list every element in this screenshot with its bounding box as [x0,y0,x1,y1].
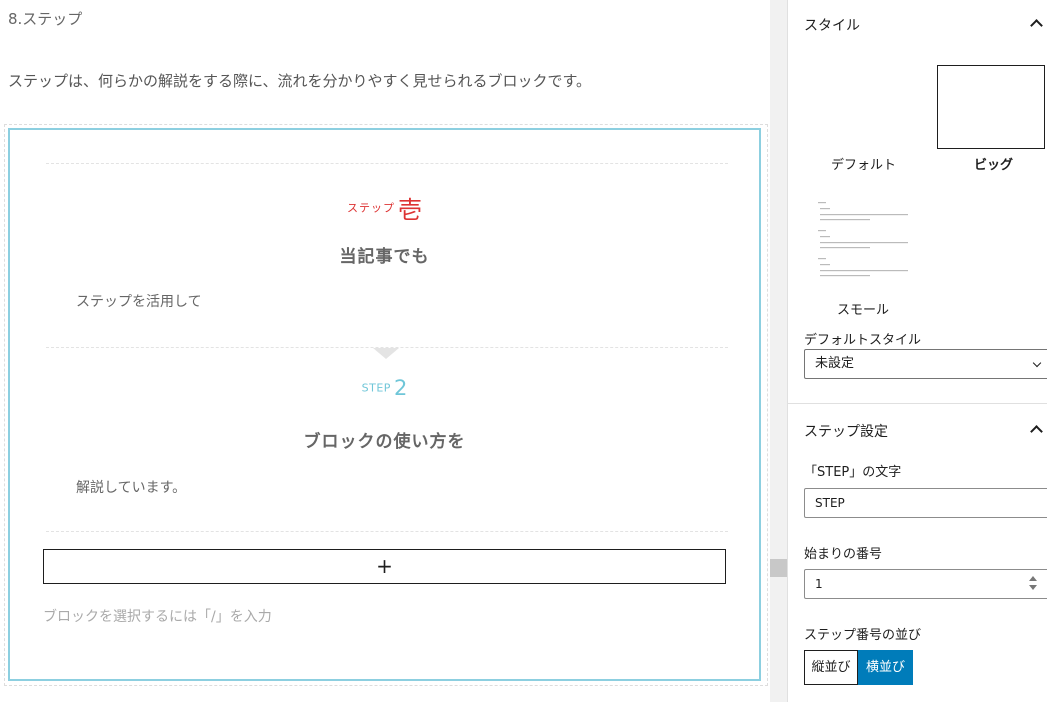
step-2-label: STEP 2 [10,376,759,400]
settings-sidebar: スタイル デフォルト ビッグ スモール デフォルトスタイル 未設定 ステップ設定… [787,0,1047,702]
spinner-down-icon[interactable] [1029,585,1037,590]
style-option-small[interactable]: スモール [837,299,889,318]
panel-separator [788,403,1047,404]
default-style-label: デフォルトスタイル [804,333,922,348]
step-settings-title[interactable]: ステップ設定 [804,421,888,441]
chevron-up-icon[interactable] [1030,19,1043,32]
order-vertical-button[interactable]: 縦並び [804,650,858,685]
step-arrow-icon [373,348,399,359]
step-text-label: 「STEP」の文字 [804,465,902,480]
step-1-label-prefix: ステップ [347,201,395,215]
section-heading[interactable]: 8.ステップ [8,8,82,29]
editor-scrollbar[interactable] [770,0,787,702]
step-1-number: 壱 [398,196,422,224]
step-2-title[interactable]: ブロックの使い方を [10,427,759,452]
number-spinner[interactable] [1026,573,1040,593]
step-1-body[interactable]: ステップを活用して [76,291,202,311]
block-placeholder[interactable]: ブロックを選択するには「/」を入力 [43,606,272,626]
chevron-up-icon[interactable] [1030,425,1043,438]
style-option-big[interactable]: ビッグ [974,154,1013,173]
style-option-big-preview[interactable] [937,65,1045,149]
step-2-body[interactable]: 解説しています。 [76,477,186,497]
step-divider [46,531,728,532]
step-block[interactable]: ステップ壱 当記事でも ステップを活用して STEP 2 ブロックの使い方を 解説… [8,128,761,681]
spinner-up-icon[interactable] [1029,576,1037,581]
style-panel-title[interactable]: スタイル [804,15,860,35]
style-option-default[interactable]: デフォルト [831,154,896,173]
step-1-label: ステップ壱 [10,190,759,225]
start-number-input[interactable]: 1 [804,569,1047,599]
start-number-label: 始まりの番号 [804,547,883,562]
style-option-small-preview[interactable] [818,200,913,284]
editor-canvas: 8.ステップ ステップは、何らかの解説をする際に、流れを分かりやすく見せられるブ… [0,0,770,702]
step-2-label-prefix: STEP [361,381,391,395]
step-1-title[interactable]: 当記事でも [10,242,759,267]
order-label: ステップ番号の並び [804,628,922,643]
add-block-button[interactable]: + [43,549,726,584]
default-style-select[interactable]: 未設定 [804,349,1047,379]
step-text-input[interactable]: STEP [804,488,1047,518]
order-button-group: 縦並び 横並び [804,650,913,685]
step-2-number: 2 [393,376,408,400]
intro-paragraph[interactable]: ステップは、何らかの解説をする際に、流れを分かりやすく見せられるブロックです。 [8,70,591,91]
step-divider [46,163,728,164]
order-horizontal-button[interactable]: 横並び [858,650,913,685]
scrollbar-thumb[interactable] [770,559,787,577]
